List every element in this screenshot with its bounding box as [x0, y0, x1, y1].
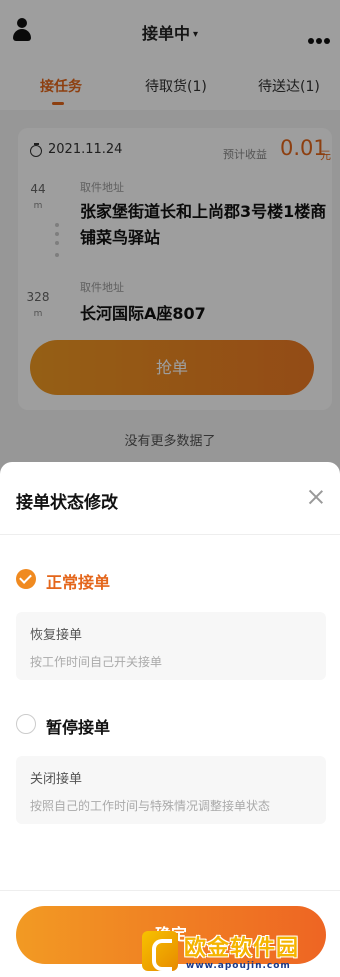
radio-normal-accept[interactable] [16, 569, 36, 589]
option-pause-info: 关闭接单 按照自己的工作时间与特殊情况调整接单状态 [16, 756, 326, 824]
watermark-text: 欧金软件园 [184, 936, 300, 961]
option-normal-info: 恢复接单 按工作时间自己开关接单 [16, 612, 326, 680]
radio-pause-accept[interactable] [16, 714, 36, 734]
info-description: 按照自己的工作时间与特殊情况调整接单状态 [30, 799, 271, 813]
status-sheet: 接单状态修改 正常接单 恢复接单 按工作时间自己开关接单 暂停接单 关闭接单 按… [0, 462, 340, 977]
watermark-url: www.apoujin.com [186, 961, 291, 971]
option-normal-accept[interactable]: 正常接单 [46, 569, 110, 593]
info-title: 恢复接单 [30, 628, 83, 643]
option-pause-accept[interactable]: 暂停接单 [46, 714, 110, 738]
info-description: 按工作时间自己开关接单 [30, 655, 163, 669]
watermark: 欧金软件园 www.apoujin.com [142, 928, 338, 974]
divider [0, 534, 340, 535]
divider [0, 890, 340, 891]
sheet-title: 接单状态修改 [16, 493, 118, 513]
close-icon[interactable] [308, 489, 324, 505]
info-title: 关闭接单 [30, 772, 83, 787]
watermark-logo-icon [142, 931, 178, 971]
